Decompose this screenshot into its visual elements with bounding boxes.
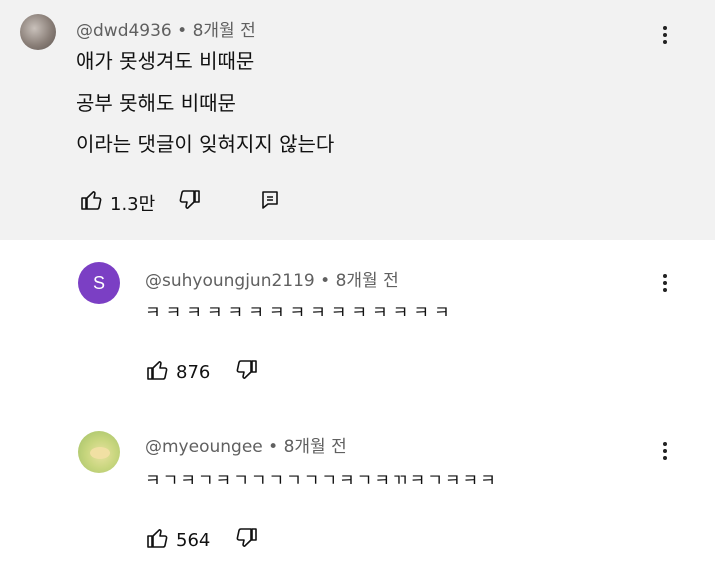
more-vert-icon[interactable] [662,24,668,46]
thumbs-up-icon[interactable] [80,188,104,217]
avatar[interactable] [78,431,120,473]
like-count: 1.3만 [110,193,156,215]
comment-text: ㅋㅋㅋㅋㅋㅋㅋㅋㅋㅋㅋㅋㅋㅋㅋ [145,303,455,323]
timestamp: • 8개월 전 [177,21,256,41]
comment-actions: 876 [146,358,258,387]
thumbs-up-icon[interactable] [146,526,170,555]
thumbs-down-icon[interactable] [234,358,258,387]
author-name[interactable]: @dwd4936 [76,21,172,41]
author-name[interactable]: @suhyoungjun2119 [145,271,315,291]
timestamp: • 8개월 전 [268,437,347,457]
thumbs-down-icon[interactable] [177,188,201,217]
reply-icon[interactable] [259,189,281,216]
comment-meta: @myeoungee • 8개월 전 [145,432,347,457]
more-vert-icon[interactable] [662,272,668,294]
more-vert-icon[interactable] [662,440,668,462]
like-count: 564 [176,530,211,551]
comment-text: ㅋㄱㅋㄱㅋㄱㄱㄱㄱㄱㄱㅋㄱㅋㄲㅋㄱㅋㅋㅋ [145,471,498,491]
like-count: 876 [176,362,211,383]
comment-line-1: 애가 못생겨도 비때문 [76,49,255,73]
thumbs-down-icon[interactable] [234,526,258,555]
comment-line-2: 공부 못해도 비때문 [76,91,236,115]
comment-line-3: 이라는 댓글이 잊혀지지 않는다 [76,132,335,156]
comment-actions: 1.3만 [80,188,281,217]
avatar[interactable] [20,14,56,50]
comment-meta: @suhyoungjun2119 • 8개월 전 [145,266,399,291]
avatar[interactable]: S [78,262,120,304]
author-name[interactable]: @myeoungee [145,437,263,457]
timestamp: • 8개월 전 [320,271,399,291]
thumbs-up-icon[interactable] [146,358,170,387]
comment-meta: @dwd4936 • 8개월 전 [76,16,256,41]
comment-main: @dwd4936 • 8개월 전 애가 못생겨도 비때문 공부 못해도 비때문 … [0,0,715,240]
comment-actions: 564 [146,526,258,555]
